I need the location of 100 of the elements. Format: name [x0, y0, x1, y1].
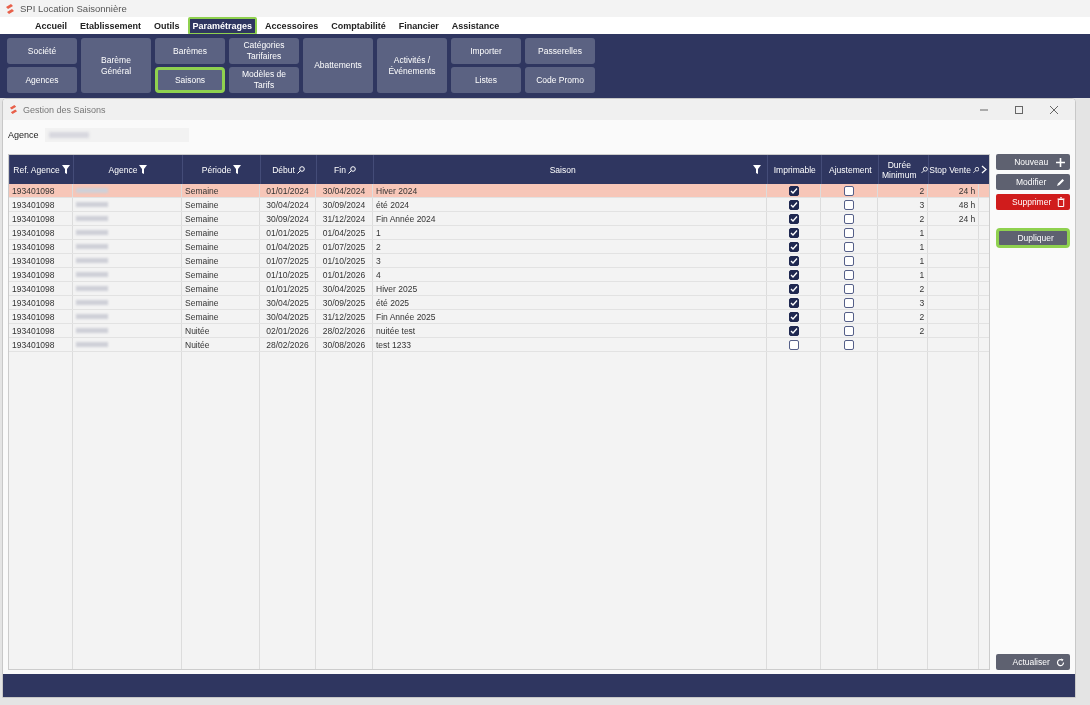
maximize-icon[interactable] — [1014, 104, 1024, 115]
menu-item[interactable]: Outils — [149, 16, 185, 35]
checkbox[interactable] — [788, 255, 799, 266]
table-cell: Semaine — [182, 296, 260, 309]
checkbox[interactable] — [844, 185, 855, 196]
ribbon-button[interactable]: Agences — [7, 67, 77, 93]
table-row[interactable]: 193401098 Semaine 01/10/2025 01/01/2026 4 1 — [9, 268, 990, 282]
menu-item[interactable]: Etablissement — [75, 16, 147, 35]
table-row[interactable]: 193401098 Semaine 30/04/2025 30/09/2025 été 2025 3 — [9, 296, 990, 310]
table-row[interactable]: 193401098 Semaine 01/01/2025 01/04/2025 1 1 — [9, 226, 990, 240]
table-row[interactable]: 193401098 Semaine 01/04/2025 01/07/2025 2 1 — [9, 240, 990, 254]
action-button[interactable]: Modifier — [996, 174, 1070, 190]
chevron-right-icon[interactable] — [981, 165, 988, 174]
redacted-text — [76, 300, 108, 305]
checkbox[interactable] — [844, 339, 855, 350]
table-row[interactable]: 193401098 Semaine 01/07/2025 01/10/2025 3 1 — [9, 254, 990, 268]
table-cell: 02/01/2026 — [260, 324, 316, 337]
search-icon[interactable] — [972, 165, 980, 174]
action-button[interactable]: Nouveau — [996, 154, 1070, 170]
search-icon[interactable] — [921, 165, 929, 174]
table-cell: 1 — [919, 227, 925, 238]
table-cell: 1 — [919, 255, 925, 266]
table-cell: 1 — [919, 269, 925, 280]
table-row[interactable]: 193401098 Semaine 01/01/2024 30/04/2024 Hiver 2024 2 24 h — [9, 184, 990, 198]
filter-icon[interactable] — [139, 165, 148, 174]
table-cell: 2 — [919, 213, 925, 224]
search-icon[interactable] — [347, 165, 356, 174]
redacted-text — [76, 272, 108, 277]
ribbon-button[interactable]: Code Promo — [525, 67, 595, 93]
ribbon-button[interactable]: Barèmes — [155, 38, 225, 64]
checkbox[interactable] — [844, 311, 855, 322]
table-cell: 28/02/2026 — [260, 338, 316, 351]
ribbon-button[interactable]: Activités / Événements — [377, 38, 447, 93]
menu-item[interactable]: Accueil — [30, 16, 72, 35]
table-cell: 30/09/2024 — [260, 212, 316, 225]
agence-field[interactable] — [44, 128, 189, 142]
checkbox[interactable] — [788, 283, 799, 294]
ribbon-button[interactable]: Passerelles — [525, 38, 595, 64]
table-cell: 193401098 — [9, 198, 73, 211]
table-row[interactable]: 193401098 Semaine 01/01/2025 30/04/2025 Hiver 2025 2 — [9, 282, 990, 296]
ribbon-button[interactable]: Saisons — [155, 67, 225, 93]
checkbox[interactable] — [844, 255, 855, 266]
refresh-button[interactable]: Actualiser — [996, 654, 1070, 670]
table-cell: 2 — [919, 325, 925, 336]
checkbox[interactable] — [844, 241, 855, 252]
action-button[interactable]: Dupliquer — [996, 228, 1070, 248]
ribbon-button[interactable]: Abattements — [303, 38, 373, 93]
table-row[interactable]: 193401098 Nuitée 28/02/2026 30/08/2026 test 1233 — [9, 338, 990, 352]
checkbox[interactable] — [844, 199, 855, 210]
checkbox[interactable] — [844, 269, 855, 280]
table-cell: 30/04/2024 — [260, 198, 316, 211]
table-row[interactable]: 193401098 Semaine 30/09/2024 31/12/2024 Fin Année 2024 2 24 h — [9, 212, 990, 226]
checkbox[interactable] — [844, 325, 855, 336]
filter-icon[interactable] — [61, 165, 70, 174]
checkbox[interactable] — [788, 241, 799, 252]
checkbox[interactable] — [788, 227, 799, 238]
table-cell: 30/09/2024 — [316, 198, 373, 211]
menu-item[interactable]: Financier — [393, 16, 444, 35]
checkbox[interactable] — [788, 325, 799, 336]
pencil-icon — [1056, 177, 1065, 187]
table-cell: Semaine — [182, 254, 260, 267]
checkbox[interactable] — [844, 297, 855, 308]
redacted-text — [76, 328, 108, 333]
checkbox[interactable] — [788, 339, 799, 350]
search-icon[interactable] — [296, 165, 305, 174]
checkbox[interactable] — [788, 311, 799, 322]
checkbox[interactable] — [844, 227, 855, 238]
filter-icon[interactable] — [753, 165, 762, 174]
redacted-text — [76, 286, 108, 291]
action-button[interactable]: Supprimer — [996, 194, 1070, 210]
checkbox[interactable] — [788, 213, 799, 224]
menu-item[interactable]: Assistance — [446, 16, 505, 35]
table-cell: 193401098 — [9, 184, 73, 197]
checkbox[interactable] — [788, 269, 799, 280]
redacted-text — [76, 244, 108, 249]
table-row[interactable]: 193401098 Nuitée 02/01/2026 28/02/2026 nuitée test 2 — [9, 324, 990, 338]
menu-item[interactable]: Comptabilité — [326, 16, 391, 35]
table-cell: 01/01/2025 — [260, 226, 316, 239]
agence-label: Agence — [8, 130, 39, 140]
table-cell: été 2024 — [373, 198, 768, 211]
table-cell: 2 — [919, 283, 925, 294]
ribbon-button[interactable]: Modèles de Tarifs — [229, 67, 299, 93]
ribbon-button[interactable]: Barème Général — [81, 38, 151, 93]
menu-item[interactable]: Accessoires — [260, 16, 324, 35]
close-icon[interactable] — [1049, 104, 1059, 115]
filter-icon[interactable] — [233, 165, 242, 174]
checkbox[interactable] — [844, 283, 855, 294]
checkbox[interactable] — [788, 199, 799, 210]
ribbon-button[interactable]: Listes — [451, 67, 521, 93]
checkbox[interactable] — [844, 213, 855, 224]
checkbox[interactable] — [788, 185, 799, 196]
ribbon-button[interactable]: Catégories Tarifaires — [229, 38, 299, 64]
ribbon-button[interactable]: Importer — [451, 38, 521, 64]
table-cell: 3 — [373, 254, 768, 267]
checkbox[interactable] — [788, 297, 799, 308]
table-cell: Semaine — [182, 282, 260, 295]
ribbon-button[interactable]: Société — [7, 38, 77, 64]
app-logo-icon — [9, 105, 18, 114]
table-row[interactable]: 193401098 Semaine 30/04/2025 31/12/2025 Fin Année 2025 2 — [9, 310, 990, 324]
table-row[interactable]: 193401098 Semaine 30/04/2024 30/09/2024 été 2024 3 48 h — [9, 198, 990, 212]
